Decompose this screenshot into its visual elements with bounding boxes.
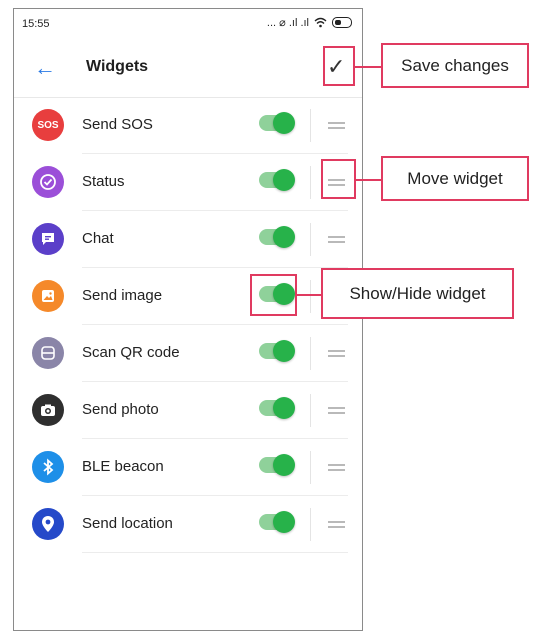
status-time: 15:55 [22,18,50,30]
widget-visibility-toggle[interactable] [259,169,295,191]
widget-label: Send SOS [82,116,153,133]
widget-row[interactable]: Send location [14,496,362,553]
widget-visibility-toggle[interactable] [259,112,295,134]
widget-visibility-toggle[interactable] [259,511,295,533]
widget-row[interactable]: Status [14,154,362,211]
row-divider [310,109,311,142]
widget-label: BLE beacon [82,458,164,475]
toggle-knob [273,340,295,362]
widget-label: Chat [82,230,114,247]
widget-row[interactable]: BLE beacon [14,439,362,496]
row-divider [310,451,311,484]
widget-label: Status [82,173,125,190]
toggle-knob [273,226,295,248]
save-highlight-box [323,46,355,86]
bluetooth-icon [32,451,64,483]
row-divider [310,280,311,313]
show-hide-callout: Show/Hide widget [321,268,514,319]
widget-label: Scan QR code [82,344,180,361]
wifi-icon [314,17,327,28]
drag-handle-icon[interactable] [328,236,345,243]
drag-handle-icon[interactable] [328,407,345,414]
row-divider [310,394,311,427]
page-title: Widgets [86,58,149,75]
widget-row[interactable]: Chat [14,211,362,268]
phone-screen: 15:55 ... ⌀ .ıl .ıl ← Widgets ✓ SOS Send … [13,8,363,631]
back-arrow-icon[interactable]: ← [34,57,56,79]
toggle-knob [273,112,295,134]
widget-row[interactable]: Scan QR code [14,325,362,382]
widget-row[interactable]: SOS Send SOS [14,97,362,154]
move-highlight-box [321,159,356,199]
widget-visibility-toggle[interactable] [259,226,295,248]
drag-handle-icon[interactable] [328,464,345,471]
widget-list: SOS Send SOS Status Chat Send image Scan QR c… [14,97,362,553]
status-bar: 15:55 ... ⌀ .ıl .ıl [14,9,362,39]
sos-icon: SOS [32,109,64,141]
toggle-knob [273,397,295,419]
widget-label: Send photo [82,401,159,418]
row-divider [310,337,311,370]
scan-icon [32,337,64,369]
toggle-highlight-box [250,274,297,316]
status-check-icon [32,166,64,198]
toggle-knob [273,511,295,533]
move-widget-callout: Move widget [381,156,529,201]
drag-handle-icon[interactable] [328,521,345,528]
camera-icon [32,394,64,426]
widget-row[interactable]: Send photo [14,382,362,439]
status-icons: ... ⌀ .ıl .ıl [267,16,352,29]
widget-visibility-toggle[interactable] [259,340,295,362]
toggle-knob [273,454,295,476]
save-connector-line [355,66,381,68]
image-icon [32,280,64,312]
drag-handle-icon[interactable] [328,122,345,129]
row-divider [310,508,311,541]
toggle-connector-line [297,294,321,296]
drag-handle-icon[interactable] [328,350,345,357]
chat-icon [32,223,64,255]
widget-row[interactable]: Send image [14,268,362,325]
row-divider [310,166,311,199]
battery-icon [332,17,352,28]
save-changes-callout: Save changes [381,43,529,88]
widget-visibility-toggle[interactable] [259,454,295,476]
location-pin-icon [32,508,64,540]
signal-indicators: ... ⌀ .ıl .ıl [266,17,309,29]
move-connector-line [356,179,381,181]
widget-label: Send image [82,287,163,304]
toggle-knob [273,169,295,191]
widget-label: Send location [82,515,173,532]
row-divider [310,223,311,256]
widget-visibility-toggle[interactable] [259,397,295,419]
app-toolbar: ← Widgets ✓ [14,39,362,98]
